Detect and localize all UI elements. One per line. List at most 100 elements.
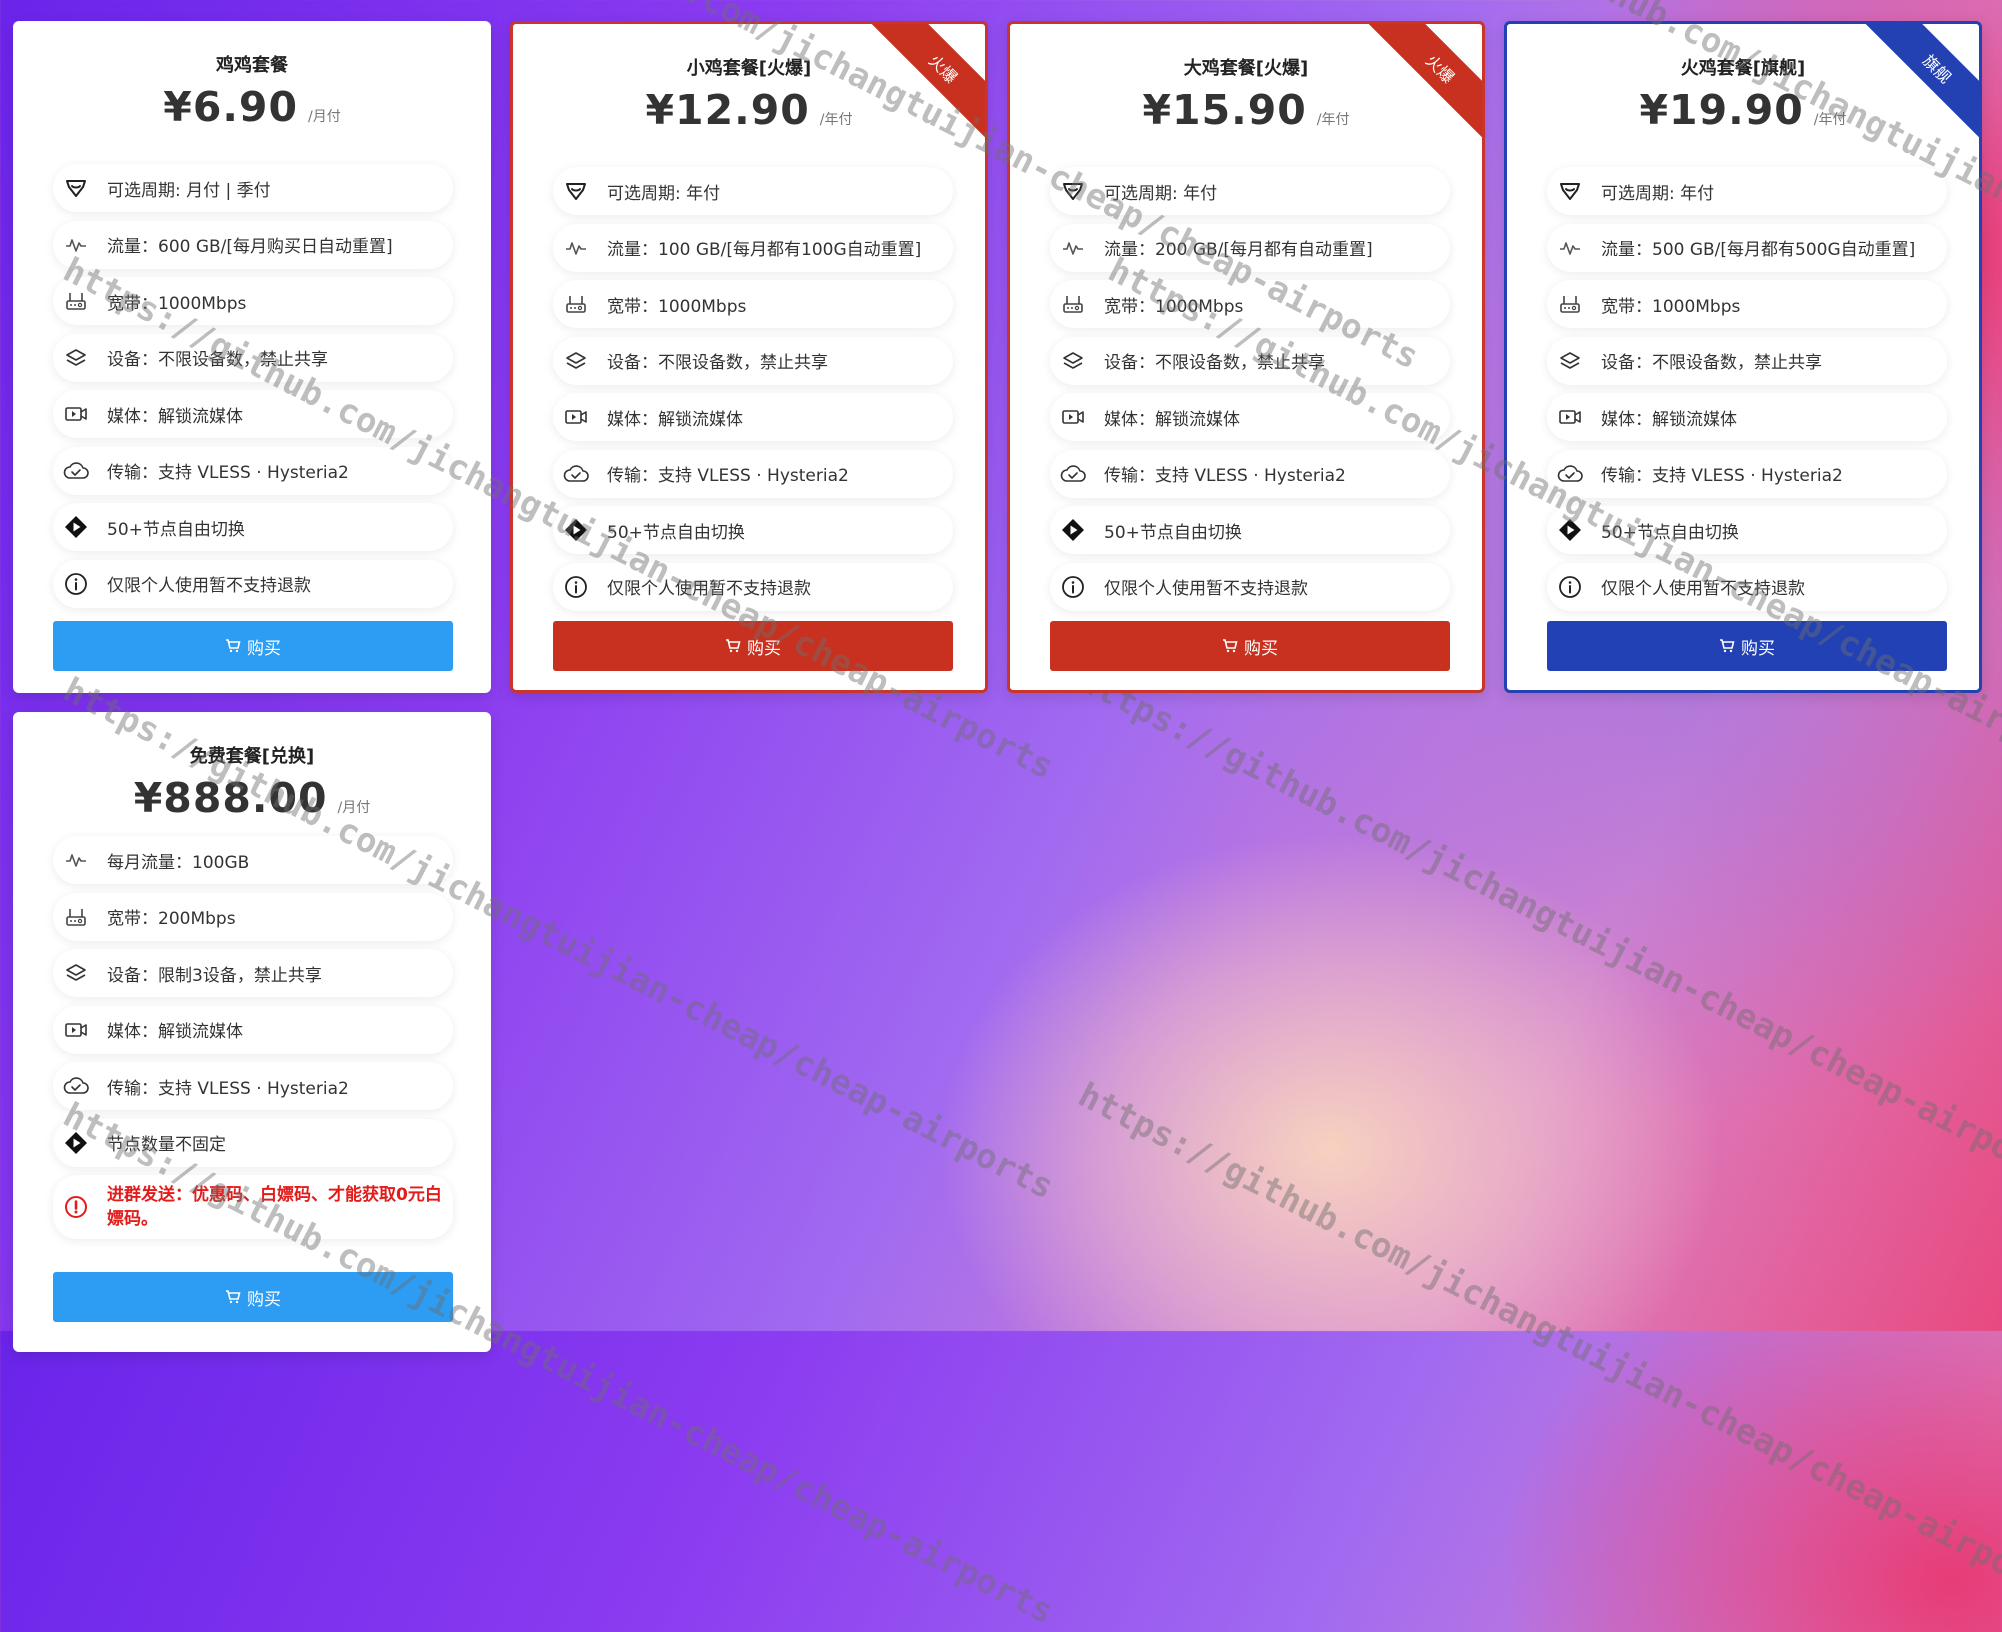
cart-icon — [725, 638, 741, 654]
feature-item: 进群发送：优惠码、白嫖码、才能获取0元白嫖码。 — [53, 1175, 453, 1239]
feature-text: 设备：不限设备数，禁止共享 — [1104, 353, 1325, 373]
feature-text: 50+节点自由切换 — [107, 519, 245, 540]
video-icon — [563, 404, 589, 430]
feature-text: 设备：不限设备数，禁止共享 — [107, 350, 328, 370]
feature-text: 仅限个人使用暂不支持退款 — [607, 579, 811, 599]
video-icon — [63, 1017, 89, 1043]
watermark: https://github.com/jichangtuijian-cheap/… — [1071, 1075, 2002, 1613]
buy-label: 购买 — [1244, 638, 1278, 659]
feature-text: 宽带：1000Mbps — [607, 296, 747, 317]
plan-title: 鸡鸡套餐 — [216, 55, 288, 76]
buy-button[interactable]: 购买 — [1547, 621, 1947, 671]
price-row: ¥19.90/年付 — [1507, 86, 1979, 134]
feature-item: 宽带：1000Mbps — [1547, 280, 1947, 328]
feature-text: 宽带：1000Mbps — [107, 293, 247, 314]
feature-item: 设备：不限设备数，禁止共享 — [553, 336, 953, 385]
buy-label: 购买 — [747, 638, 781, 659]
feature-item: 可选周期: 年付 — [553, 167, 953, 215]
feature-text: 传输：支持 VLESS · Hysteria2 — [107, 463, 349, 483]
feature-item: 流量：600 GB/[每月购买日自动重置] — [53, 220, 453, 269]
info-icon — [1060, 574, 1086, 600]
feature-text: 可选周期: 年付 — [1601, 183, 1715, 204]
feature-item: 传输：支持 VLESS · Hysteria2 — [53, 446, 453, 495]
cloud-icon — [1060, 461, 1086, 487]
price-row: ¥15.90/年付 — [1010, 86, 1482, 134]
cloud-icon — [1557, 461, 1583, 487]
feature-item: 传输：支持 VLESS · Hysteria2 — [1050, 449, 1450, 498]
feature-text: 流量：500 GB/[每月都有500G自动重置] — [1601, 240, 1916, 260]
feature-text: 节点数量不固定 — [107, 1135, 226, 1155]
feature-text: 媒体：解锁流媒体 — [107, 1022, 243, 1042]
feature-item: 仅限个人使用暂不支持退款 — [53, 559, 453, 608]
router-icon — [63, 288, 89, 314]
feature-item: 仅限个人使用暂不支持退款 — [1050, 562, 1450, 611]
feature-item: 节点数量不固定 — [53, 1118, 453, 1167]
feature-text: 传输：支持 VLESS · Hysteria2 — [107, 1078, 349, 1099]
feature-item: 每月流量：100GB — [53, 836, 453, 884]
video-icon — [63, 401, 89, 427]
feature-text: 设备：不限设备数，禁止共享 — [1601, 353, 1822, 373]
plan-price: ¥12.90 — [645, 86, 810, 134]
feature-text: 可选周期: 月付 | 季付 — [107, 180, 271, 201]
feature-item: 可选周期: 年付 — [1547, 167, 1947, 215]
plan-price: ¥19.90 — [1639, 86, 1804, 134]
feature-text: 宽带：1000Mbps — [1601, 296, 1741, 317]
feature-item: 媒体：解锁流媒体 — [1050, 393, 1450, 441]
feature-text: 可选周期: 年付 — [1104, 183, 1218, 204]
feature-item: 流量：200 GB/[每月都有自动重置] — [1050, 223, 1450, 272]
plan-title: 火鸡套餐[旗舰] — [1680, 58, 1806, 79]
cart-icon — [225, 638, 241, 654]
layers-icon — [1060, 348, 1086, 374]
layers-icon — [63, 960, 89, 986]
plan-card-2: 火爆 小鸡套餐[火爆] ¥12.90/年付 可选周期: 年付 流量：100 GB/… — [510, 21, 988, 693]
plan-period: /年付 — [1316, 112, 1350, 128]
video-icon — [1557, 404, 1583, 430]
feature-text: 传输：支持 VLESS · Hysteria2 — [1601, 466, 1843, 486]
feature-item: 50+节点自由切换 — [1050, 506, 1450, 554]
play-diamond-icon — [63, 514, 89, 540]
feature-text: 传输：支持 VLESS · Hysteria2 — [1104, 466, 1346, 486]
heart-badge-icon — [563, 178, 589, 204]
buy-button[interactable]: 购买 — [553, 621, 953, 671]
feature-item: 宽带：1000Mbps — [53, 277, 453, 325]
buy-button[interactable]: 购买 — [1050, 621, 1450, 671]
feature-text: 流量：200 GB/[每月都有自动重置] — [1104, 240, 1373, 260]
plan-title: 小鸡套餐[火爆] — [686, 58, 812, 79]
plan-card-5: 免费套餐[兑换] ¥888.00/月付 每月流量：100GB 宽带：200Mbps… — [13, 712, 491, 1352]
feature-item: 仅限个人使用暂不支持退款 — [553, 562, 953, 611]
feature-item: 传输：支持 VLESS · Hysteria2 — [553, 449, 953, 498]
layers-icon — [63, 345, 89, 371]
feature-item: 流量：100 GB/[每月都有100G自动重置] — [553, 223, 953, 272]
plan-card-1: 鸡鸡套餐 ¥6.90/月付 可选周期: 月付 | 季付流量：600 GB/[每月… — [13, 21, 491, 693]
price-row: ¥6.90/月付 — [13, 83, 491, 131]
cloud-icon — [63, 1073, 89, 1099]
router-icon — [1557, 291, 1583, 317]
feature-text: 进群发送：优惠码、白嫖码、才能获取0元白嫖码。 — [107, 1185, 442, 1229]
feature-text: 仅限个人使用暂不支持退款 — [107, 576, 311, 596]
feature-item: 50+节点自由切换 — [53, 503, 453, 551]
feature-text: 仅限个人使用暂不支持退款 — [1601, 579, 1805, 599]
buy-label: 购买 — [247, 1289, 281, 1310]
buy-button[interactable]: 购买 — [53, 1272, 453, 1322]
plan-period: /年付 — [819, 112, 853, 128]
feature-item: 设备：限制3设备，禁止共享 — [53, 949, 453, 997]
feature-item: 宽带：1000Mbps — [1050, 280, 1450, 328]
feature-text: 每月流量：100GB — [107, 852, 250, 873]
heart-badge-icon — [63, 175, 89, 201]
feature-item: 传输：支持 VLESS · Hysteria2 — [1547, 449, 1947, 498]
plan-title: 免费套餐[兑换] — [189, 746, 315, 767]
feature-item: 50+节点自由切换 — [1547, 506, 1947, 554]
buy-button[interactable]: 购买 — [53, 621, 453, 671]
plan-price: ¥6.90 — [163, 83, 298, 131]
layers-icon — [1557, 348, 1583, 374]
feature-text: 媒体：解锁流媒体 — [1601, 409, 1737, 430]
info-icon — [63, 571, 89, 597]
activity-icon — [1557, 235, 1583, 261]
router-icon — [1060, 291, 1086, 317]
cart-icon — [225, 1289, 241, 1305]
feature-text: 设备：不限设备数，禁止共享 — [607, 353, 828, 373]
feature-text: 宽带：1000Mbps — [1104, 296, 1244, 317]
feature-text: 媒体：解锁流媒体 — [1104, 409, 1240, 430]
feature-item: 可选周期: 年付 — [1050, 167, 1450, 215]
plan-card-3: 火爆 大鸡套餐[火爆] ¥15.90/年付 可选周期: 年付 流量：200 GB/… — [1007, 21, 1485, 693]
